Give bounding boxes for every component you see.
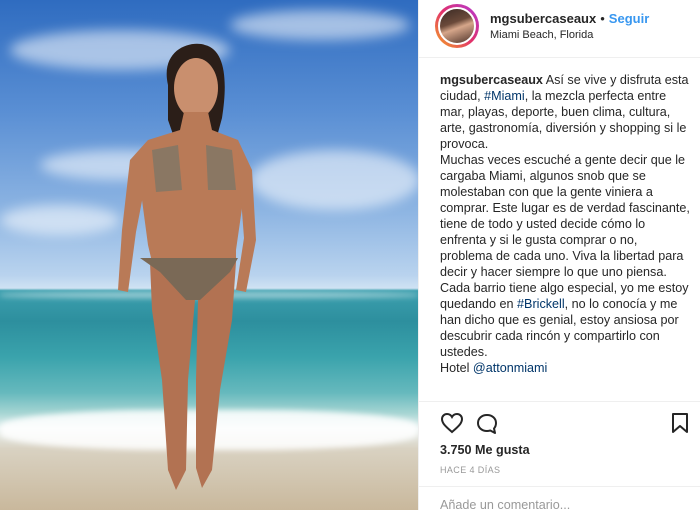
username-link[interactable]: mgsubercaseaux xyxy=(490,11,596,26)
post-sidebar: mgsubercaseaux • Seguir Miami Beach, Flori… xyxy=(418,0,700,510)
post-photo[interactable] xyxy=(0,0,418,510)
caption: mgsubercaseaux Así se vive y disfruta es… xyxy=(440,72,692,376)
caption-paragraph: Muchas veces escuché a gente decir que l… xyxy=(440,153,690,279)
post-timestamp[interactable]: HACE 4 DÍAS xyxy=(440,465,500,475)
follow-button[interactable]: Seguir xyxy=(609,11,649,26)
hashtag-link[interactable]: #Brickell xyxy=(517,297,565,311)
comment-icon[interactable] xyxy=(475,412,499,436)
caption-paragraph: mgsubercaseaux Así se vive y disfruta es… xyxy=(440,72,692,152)
action-bar xyxy=(419,401,700,441)
heart-icon[interactable] xyxy=(440,412,464,434)
post-header: mgsubercaseaux • Seguir Miami Beach, Flori… xyxy=(419,0,700,58)
bookmark-icon[interactable] xyxy=(671,412,689,434)
location-link[interactable]: Miami Beach, Florida xyxy=(490,29,593,41)
separator-dot: • xyxy=(600,11,605,26)
person-figure xyxy=(118,43,256,490)
comment-input[interactable] xyxy=(440,498,680,510)
comment-bar xyxy=(419,486,700,510)
avatar[interactable] xyxy=(435,4,479,48)
caption-paragraph: Hotel @attonmiami xyxy=(440,360,692,376)
caption-text: Hotel xyxy=(440,361,473,375)
avatar-image xyxy=(438,7,476,45)
likes-count[interactable]: 3.750 Me gusta xyxy=(440,443,530,457)
caption-paragraph: Cada barrio tiene algo especial, yo me e… xyxy=(440,280,692,360)
username-row: mgsubercaseaux • Seguir xyxy=(490,11,649,26)
caption-username[interactable]: mgsubercaseaux xyxy=(440,73,543,87)
hashtag-link[interactable]: #Miami xyxy=(484,89,525,103)
mention-link[interactable]: @attonmiami xyxy=(473,361,547,375)
